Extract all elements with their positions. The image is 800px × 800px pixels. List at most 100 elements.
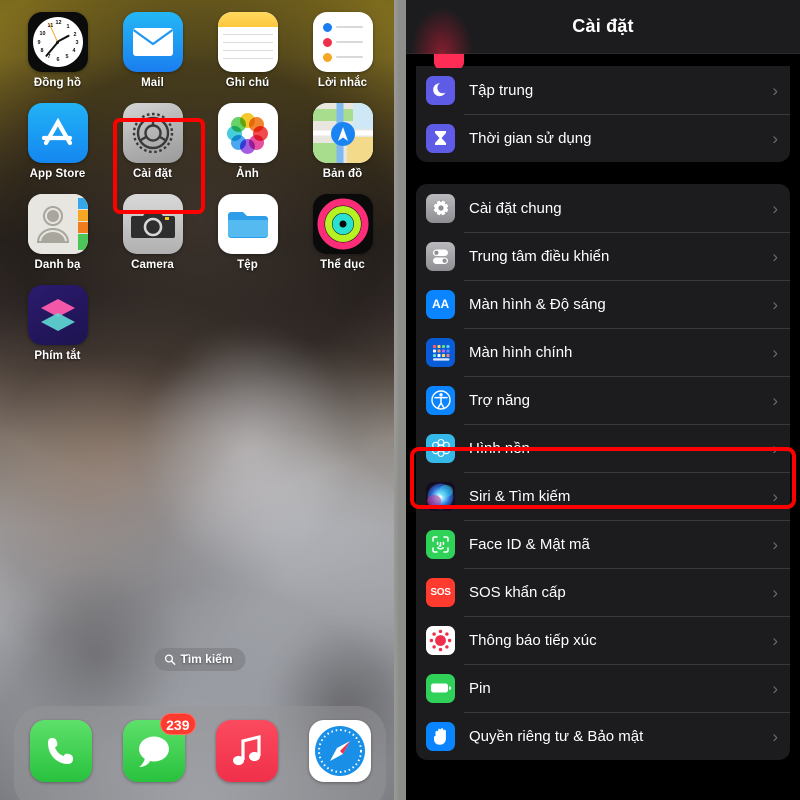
dock-item-music[interactable] [215,720,278,782]
settings-row-privacy-security[interactable]: Quyền riêng tư & Bảo mật › [416,712,790,760]
app-clock[interactable]: 12 1 2 3 4 5 6 7 8 9 10 11 [10,12,105,89]
moon-glyph [432,83,445,97]
activity-rings-glyph [317,198,368,250]
app-fitness[interactable]: Thể dục [295,194,390,271]
reminder-dot [322,52,332,62]
chevron-right-icon: › [772,342,778,362]
clock-numeral: 10 [39,31,46,37]
row-label: Màn hình & Độ sáng [469,295,606,313]
settings-row-accessibility[interactable]: Trợ năng › [416,376,790,424]
settings-row-general[interactable]: Cài đặt chung › [416,184,790,232]
app-contacts[interactable]: Danh bạ [10,194,105,271]
flower-glyph [431,438,450,458]
settings-row-faceid-passcode[interactable]: Face ID & Mật mã › [416,520,790,568]
settings-list[interactable]: Tập trung › Thời gian sử dụng › Cài đặt … [406,54,800,800]
app-mail[interactable]: Mail [105,12,200,89]
dock-item-phone[interactable] [29,720,92,782]
aa-label: AA [432,297,449,311]
maps-icon[interactable] [312,103,373,163]
settings-row-focus[interactable]: Tập trung › [416,66,790,114]
app-reminders[interactable]: Lời nhắc [295,12,390,89]
hand-glyph [433,727,446,745]
app-settings[interactable]: Cài đặt [105,103,200,180]
appstore-icon[interactable] [27,103,88,163]
exposure-glyph [429,629,452,651]
chevron-right-icon: › [772,80,778,100]
notes-rule [222,50,273,51]
fitness-icon[interactable] [312,194,373,254]
reminder-row [322,52,363,62]
reminder-dot [322,22,332,32]
music-note-glyph [232,734,261,766]
row-label: Trung tâm điều khiển [469,247,610,265]
settings-row-siri-search[interactable]: Siri & Tìm kiếm › [416,472,790,520]
settings-row-screen-time[interactable]: Thời gian sử dụng › [416,114,790,162]
clock-icon[interactable]: 12 1 2 3 4 5 6 7 8 9 10 11 [27,12,88,72]
app-notes[interactable]: Ghi chú [200,12,295,89]
contacts-icon[interactable] [27,194,88,254]
gear-glyph [432,199,449,217]
row-label: Pin [469,679,491,697]
shortcuts-glyph [40,299,75,331]
folder-glyph [227,212,268,238]
moon-icon [426,75,455,105]
settings-app: Cài đặt Tập trung › Thời gian sử dụng › … [400,0,800,800]
app-label: Phím tắt [34,350,81,362]
reminders-icon[interactable] [312,12,373,72]
clock-numeral: 12 [55,20,62,26]
settings-row-home-screen[interactable]: Màn hình chính › [416,328,790,376]
dock-item-safari[interactable] [308,720,371,782]
photos-icon[interactable] [217,103,278,163]
chevron-right-icon: › [772,198,778,218]
app-label: Ảnh [236,168,259,180]
settings-row-emergency-sos[interactable]: SOS SOS khẩn cấp › [416,568,790,616]
iphone-home-screen: 12 1 2 3 4 5 6 7 8 9 10 11 [0,0,400,800]
phone-icon[interactable] [29,720,92,782]
clock-numeral: 1 [66,24,70,30]
row-label: Tập trung [469,81,534,99]
music-icon[interactable] [215,720,278,782]
app-label: Danh bạ [34,259,81,271]
app-camera[interactable]: Camera [105,194,200,271]
gear-glyph [132,112,173,154]
dock-item-messages[interactable]: 239 [122,713,196,782]
photos-petal [231,116,246,132]
settings-icon[interactable] [122,103,183,163]
app-photos[interactable]: Ảnh [200,103,295,180]
notes-icon[interactable] [217,12,278,72]
files-icon[interactable] [217,194,278,254]
app-label: Thể dục [320,259,365,271]
camera-icon[interactable] [122,194,183,254]
app-shortcuts[interactable]: Phím tắt [10,285,105,362]
appstore-glyph [41,117,72,146]
notification-badge: 239 [160,713,196,735]
siri-icon [426,481,455,511]
wallpaper-icon [426,433,455,463]
clock-numeral: 2 [73,32,77,38]
settings-row-wallpaper[interactable]: Hình nền › [416,424,790,472]
safari-icon[interactable] [308,720,371,782]
clock-minute-hand [44,41,59,58]
app-label: Cài đặt [132,168,173,180]
chevron-right-icon: › [772,486,778,506]
app-app-store[interactable]: App Store [10,103,105,180]
shortcuts-icon[interactable] [27,285,88,345]
siri-orb-glyph [426,481,455,511]
app-label: App Store [29,168,86,180]
row-label: Màn hình chính [469,343,573,361]
camera-glyph [130,212,175,238]
settings-row-control-center[interactable]: Trung tâm điều khiển › [416,232,790,280]
row-label: Thông báo tiếp xúc [469,631,597,649]
chevron-right-icon: › [772,294,778,314]
search-pill[interactable]: Tìm kiếm [154,648,246,671]
envelope-glyph [132,28,173,56]
faceid-glyph [432,535,449,553]
app-maps[interactable]: Bản đồ [295,103,390,180]
clock-numeral: 9 [37,40,41,46]
settings-row-exposure-notifications[interactable]: Thông báo tiếp xúc › [416,616,790,664]
settings-row-display-brightness[interactable]: AA Màn hình & Độ sáng › [416,280,790,328]
settings-row-battery[interactable]: Pin › [416,664,790,712]
mail-icon[interactable] [122,12,183,72]
compass-glyph [314,726,365,776]
app-files[interactable]: Tệp [200,194,295,271]
